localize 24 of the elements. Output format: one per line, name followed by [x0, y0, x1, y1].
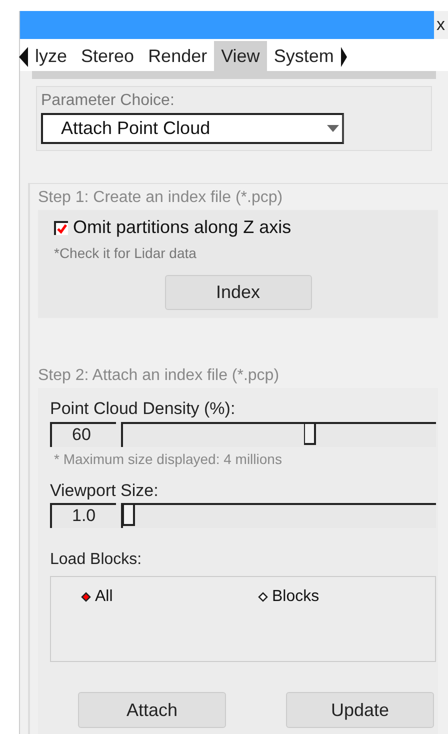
check-icon: [57, 224, 67, 234]
hint-text: *Check it for Lidar data: [54, 244, 198, 263]
index-button[interactable]: Index: [164, 275, 312, 310]
parameter-label: Parameter Choice:: [41, 91, 176, 111]
checkbox[interactable]: [54, 220, 68, 234]
slider-thumb[interactable]: [304, 424, 316, 444]
radio-option[interactable]: All: [81, 585, 258, 609]
value-field[interactable]: 60: [50, 422, 116, 446]
value-field[interactable]: 1.0: [50, 503, 116, 528]
action-button[interactable]: Update: [286, 692, 434, 728]
note-text: * Maximum size displayed: 4 millions: [53, 450, 283, 469]
caret-icon: [327, 124, 339, 132]
step-title: Step 1: Create an index file (*.pcp): [38, 188, 284, 208]
slider-label: Point Cloud Density (%):: [50, 398, 236, 420]
radio-option[interactable]: Blocks: [258, 585, 435, 609]
parameter-dropdown[interactable]: Attach Point Cloud: [41, 113, 344, 144]
load-blocks-label: Load Blocks:: [50, 550, 143, 570]
slider-label: Viewport Size:: [50, 480, 160, 502]
close-button[interactable]: x: [434, 11, 448, 39]
tab[interactable]: View: [214, 41, 267, 71]
checkbox-label: Omit partitions along Z axis: [73, 216, 292, 239]
step-title: Step 2: Attach an index file (*.pcp): [38, 366, 280, 386]
action-button[interactable]: Attach: [78, 692, 226, 728]
slider-thumb[interactable]: [123, 505, 135, 526]
